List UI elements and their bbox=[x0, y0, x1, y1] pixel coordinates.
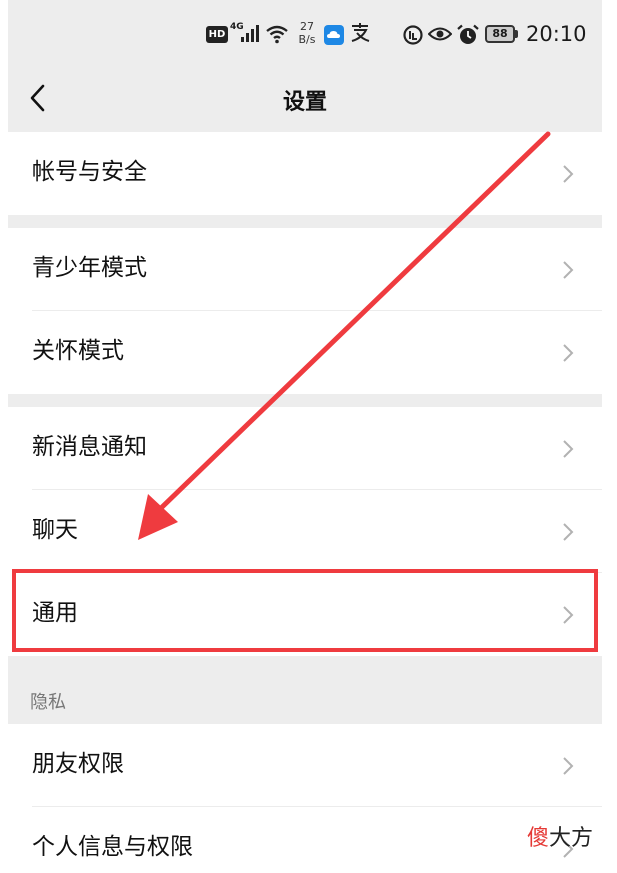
alarm-icon bbox=[456, 24, 480, 50]
settings-item-general[interactable]: 通用 bbox=[8, 573, 602, 656]
chevron-right-icon bbox=[562, 522, 574, 546]
page-title: 设置 bbox=[282, 90, 327, 115]
chevron-right-icon bbox=[562, 164, 574, 188]
hd-badge: HD bbox=[206, 26, 228, 43]
chevron-right-icon bbox=[562, 343, 574, 367]
settings-item-label: 朋友权限 bbox=[32, 751, 124, 777]
settings-item-label: 青少年模式 bbox=[32, 255, 147, 281]
data-saver-icon bbox=[402, 24, 424, 50]
settings-group-account: 帐号与安全 bbox=[8, 132, 602, 215]
signal-icon bbox=[240, 24, 262, 46]
settings-item-teen-mode[interactable]: 青少年模式 bbox=[8, 228, 602, 311]
speed-value: 27 bbox=[300, 20, 314, 33]
settings-group-modes: 青少年模式 关怀模式 bbox=[8, 228, 602, 394]
clock: 20:10 bbox=[526, 22, 587, 46]
left-edge bbox=[0, 0, 8, 873]
settings-item-label: 新消息通知 bbox=[32, 434, 147, 460]
alipay-icon bbox=[348, 22, 372, 48]
settings-item-label: 通用 bbox=[32, 600, 78, 626]
speed-unit: B/s bbox=[298, 33, 316, 46]
settings-item-label: 关怀模式 bbox=[32, 338, 124, 364]
watermark-rest: 大方 bbox=[549, 826, 594, 851]
battery-icon: 88 bbox=[485, 25, 515, 43]
cloud-app-icon bbox=[324, 25, 344, 45]
settings-group-privacy: 朋友权限 个人信息与权限 bbox=[8, 724, 602, 873]
chevron-right-icon bbox=[562, 605, 574, 629]
wifi-icon bbox=[265, 24, 289, 48]
watermark-first-char: 傻 bbox=[527, 826, 550, 851]
section-header-privacy: 隐私 bbox=[30, 692, 66, 713]
settings-item-account-security[interactable]: 帐号与安全 bbox=[8, 132, 602, 215]
network-speed: 27 B/s bbox=[294, 20, 320, 46]
watermark: 傻大方 bbox=[527, 820, 593, 852]
chevron-right-icon bbox=[562, 756, 574, 780]
right-edge bbox=[602, 0, 617, 873]
settings-item-care-mode[interactable]: 关怀模式 bbox=[8, 311, 602, 394]
settings-item-friend-permissions[interactable]: 朋友权限 bbox=[8, 724, 602, 807]
settings-item-chat[interactable]: 聊天 bbox=[8, 490, 602, 573]
chevron-right-icon bbox=[562, 260, 574, 284]
settings-screen: HD 4G 27 B/s 88 20:10 设置 帐号与安全 青少年模式 关怀模… bbox=[8, 0, 602, 873]
settings-item-label: 帐号与安全 bbox=[32, 159, 147, 185]
chevron-right-icon bbox=[562, 439, 574, 463]
battery-tip bbox=[515, 30, 518, 38]
status-bar: HD 4G 27 B/s 88 20:10 bbox=[8, 0, 602, 70]
eye-comfort-icon bbox=[427, 26, 453, 46]
nav-bar: 设置 bbox=[8, 70, 602, 132]
settings-item-notifications[interactable]: 新消息通知 bbox=[8, 407, 602, 490]
settings-item-label: 聊天 bbox=[32, 517, 78, 543]
settings-item-label: 个人信息与权限 bbox=[32, 834, 193, 860]
settings-item-personal-info[interactable]: 个人信息与权限 bbox=[8, 807, 602, 873]
settings-group-general: 新消息通知 聊天 通用 bbox=[8, 407, 602, 656]
